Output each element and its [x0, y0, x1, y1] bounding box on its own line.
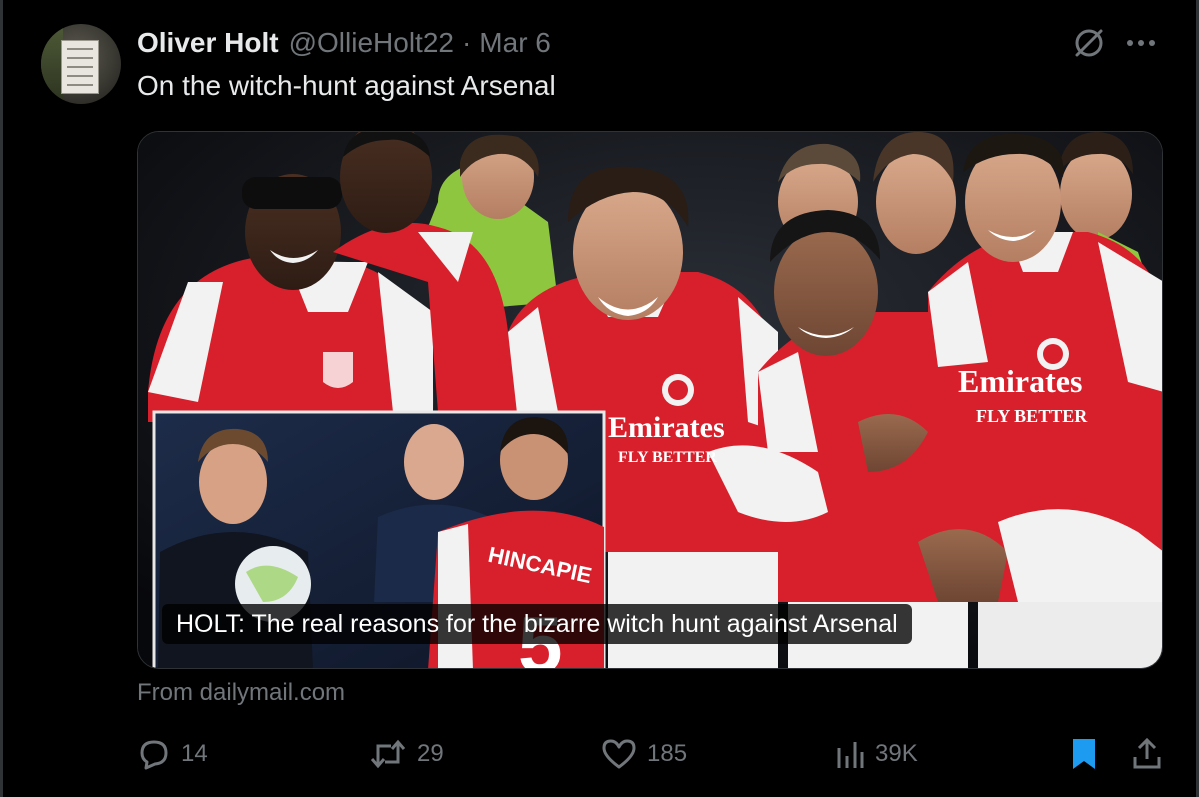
reply-count: 14: [181, 740, 208, 767]
card-source[interactable]: From dailymail.com: [137, 679, 345, 707]
views-count: 39K: [875, 740, 918, 767]
tweet-container: Oliver Holt @OllieHolt22 · Mar 6 On the …: [0, 0, 1199, 797]
avatar-sign: [61, 40, 99, 94]
views-icon: [837, 742, 864, 768]
more-icon[interactable]: [1126, 39, 1156, 47]
tweet-text: On the witch-hunt against Arsenal: [137, 70, 556, 101]
grok-icon[interactable]: [1072, 26, 1106, 60]
like-count: 185: [647, 740, 688, 767]
repost-button[interactable]: 29: [369, 734, 444, 774]
views-button[interactable]: 39K: [835, 734, 918, 774]
author-handle[interactable]: @OllieHolt22: [289, 27, 454, 59]
like-button[interactable]: 185: [601, 734, 687, 774]
link-card[interactable]: Emirates FLY BETTER Emirates FLY BETTER: [137, 131, 1163, 669]
bookmark-icon: [1073, 739, 1095, 769]
repost-icon: [370, 739, 406, 769]
share-icon: [1133, 737, 1161, 769]
card-caption: HOLT: The real reasons for the bizarre w…: [162, 604, 912, 644]
avatar[interactable]: [41, 24, 121, 104]
author-name[interactable]: Oliver Holt: [137, 27, 279, 59]
sponsor-tagline-right: FLY BETTER: [976, 406, 1088, 426]
reply-icon: [140, 740, 168, 770]
sponsor-text-center: Emirates: [608, 411, 725, 444]
tweet-header: Oliver Holt @OllieHolt22 · Mar 6: [137, 26, 551, 60]
action-bar: 14 29 185 39K: [137, 734, 1163, 774]
top-actions: [1072, 26, 1156, 60]
sponsor-text-right: Emirates: [958, 363, 1082, 399]
card-image: Emirates FLY BETTER Emirates FLY BETTER: [138, 132, 1162, 668]
sponsor-tagline-center: FLY BETTER: [618, 449, 717, 466]
reply-button[interactable]: 14: [137, 734, 208, 774]
share-button[interactable]: [1131, 734, 1163, 774]
bookmark-button[interactable]: [1069, 734, 1099, 774]
like-icon: [602, 739, 636, 769]
repost-count: 29: [417, 740, 444, 767]
header-separator: ·: [461, 27, 472, 58]
tweet-date[interactable]: Mar 6: [479, 27, 551, 59]
avatar-background: [41, 24, 63, 104]
